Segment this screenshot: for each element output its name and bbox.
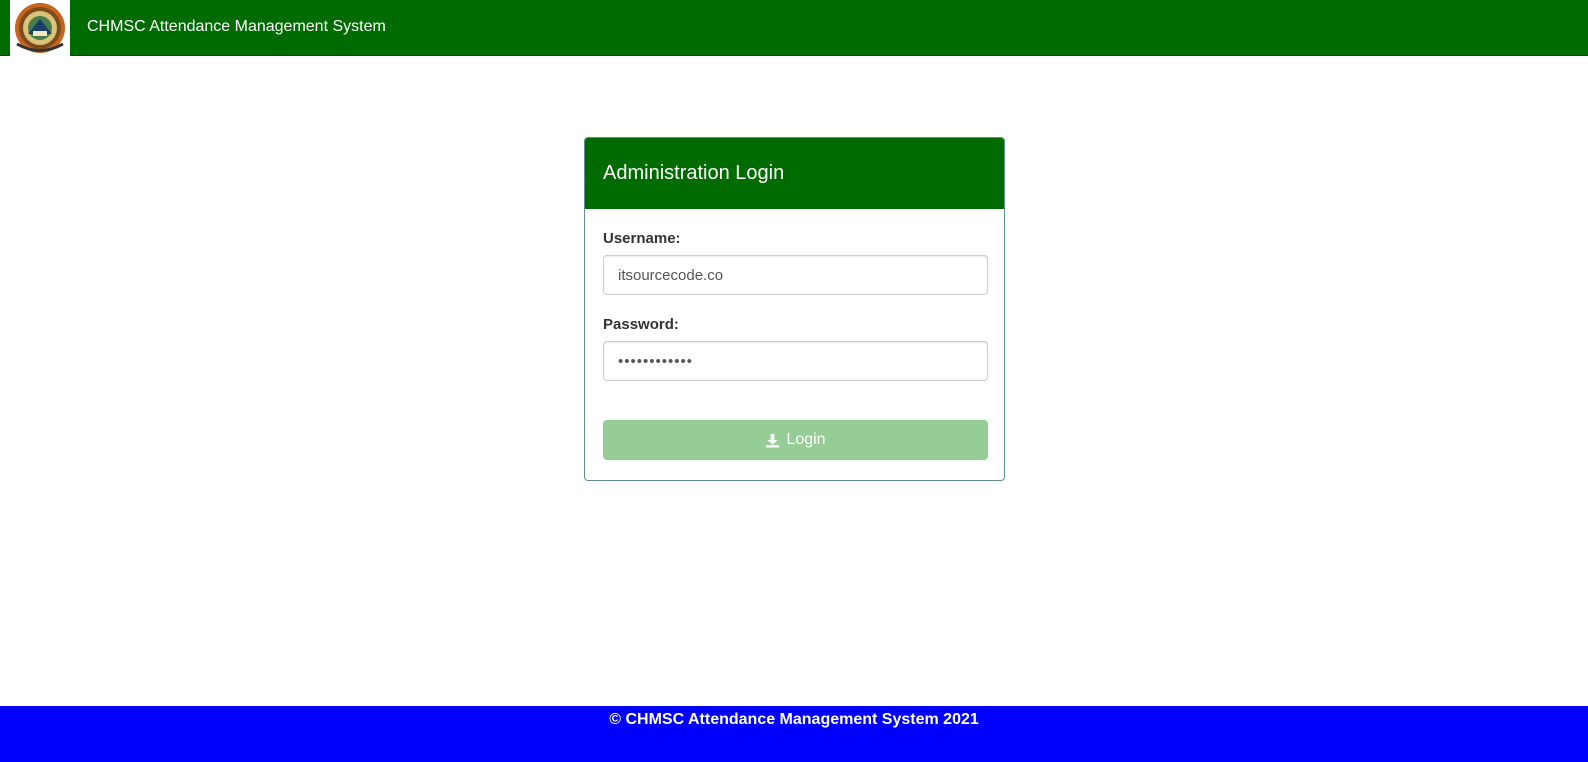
login-button[interactable]: Login [603, 420, 988, 460]
page: CHMSC Attendance Management System Admin… [0, 0, 1588, 762]
login-panel-heading: Administration Login [585, 138, 1004, 209]
username-label: Username: [603, 230, 681, 247]
download-icon [765, 433, 780, 448]
password-label: Password: [603, 316, 679, 333]
footer: © CHMSC Attendance Management System 202… [0, 706, 1588, 762]
username-input[interactable] [603, 255, 988, 295]
login-button-label: Login [786, 431, 826, 448]
footer-copyright: © CHMSC Attendance Management System 202… [609, 711, 979, 728]
app-title[interactable]: CHMSC Attendance Management System [87, 17, 386, 37]
login-panel-title: Administration Login [603, 162, 785, 184]
school-seal-logo[interactable] [10, 0, 70, 56]
login-panel: Administration Login Username: Password:… [584, 137, 1005, 481]
top-navbar: CHMSC Attendance Management System [0, 0, 1588, 56]
password-input[interactable] [603, 341, 988, 381]
